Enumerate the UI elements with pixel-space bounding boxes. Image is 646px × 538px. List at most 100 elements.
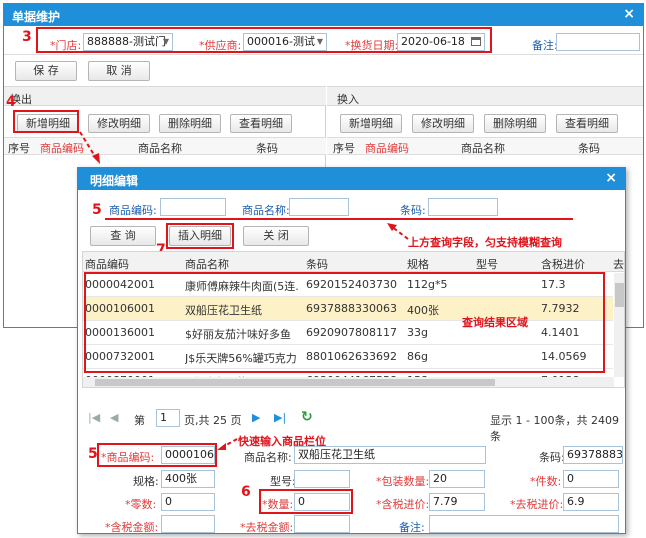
spec-label: 规格: <box>133 475 159 488</box>
in-edit-detail-button[interactable]: 修改明细 <box>412 114 474 133</box>
in-delete-detail-button[interactable]: 删除明细 <box>484 114 546 133</box>
insert-highlight <box>166 223 234 249</box>
step-4-label: 4 <box>6 94 16 110</box>
page-total: 页,共 25 页 <box>184 414 242 427</box>
notaxamt-label: *去税金额: <box>240 521 294 534</box>
first-page-icon[interactable]: |◀ <box>88 411 100 424</box>
col-name: 商品名称 <box>138 142 182 155</box>
prev-page-icon[interactable]: ◀ <box>110 411 118 424</box>
notaxamt-input[interactable] <box>294 515 350 533</box>
arrow-icon <box>79 131 100 164</box>
search-name-input[interactable] <box>289 198 349 216</box>
query-button[interactable]: 查 询 <box>90 226 156 246</box>
search-code-label: 商品编码: <box>109 204 157 217</box>
step-3-label: 3 <box>22 29 32 45</box>
taxamt-label: *含税金额: <box>105 521 159 534</box>
save-button[interactable]: 保 存 <box>15 61 77 81</box>
scroll-thumb[interactable] <box>95 379 495 386</box>
in-grid-header: 序号 商品编码 商品名称 条码 <box>327 137 643 155</box>
name-label: 商品名称: <box>244 451 292 464</box>
detail-dialog: 明细编辑 × 商品编码: 商品名称: 条码: 5 查 询 插入明细 关 闭 7 … <box>77 167 626 534</box>
col-header: 规格 <box>407 258 429 271</box>
grid-header: 商品编码 商品名称 条码 规格 型号 含税进价 去 <box>83 252 624 272</box>
taxprice-input[interactable]: 7.79 <box>429 493 485 511</box>
code-highlight <box>97 443 217 467</box>
in-header: 换入 <box>327 86 643 106</box>
col-header: 含税进价 <box>541 258 585 271</box>
step-5-label: 5 <box>92 202 102 218</box>
notaxprice-label: *去税进价: <box>510 498 564 511</box>
step-6-label: 6 <box>241 484 251 500</box>
col-header: 商品名称 <box>185 258 229 271</box>
col-header: 条码 <box>306 258 328 271</box>
arrow-icon <box>217 438 238 450</box>
col-header: 型号 <box>476 258 498 271</box>
col-barcode: 条码 <box>578 142 600 155</box>
search-name-label: 商品名称: <box>242 204 290 217</box>
main-title: 单据维护 <box>12 10 61 24</box>
remark-label: 备注: <box>532 39 558 52</box>
col-header: 商品编码 <box>85 258 129 271</box>
col-code: 商品编码 <box>365 142 409 155</box>
search-code-input[interactable] <box>160 198 226 216</box>
next-page-icon[interactable]: ▶ <box>252 411 260 424</box>
remark-input[interactable] <box>556 33 640 51</box>
delete-detail-button[interactable]: 删除明细 <box>159 114 221 133</box>
page-label: 第 <box>134 414 145 427</box>
taxprice-label: *含税进价: <box>376 498 430 511</box>
display-info: 显示 1 - 100条，共 2409 条 <box>490 414 619 443</box>
col-header: 去 <box>613 258 624 271</box>
query-note: 上方查询字段，匀支持模糊查询 <box>408 236 562 249</box>
close-icon[interactable]: × <box>623 6 635 22</box>
col-seq: 序号 <box>8 142 30 155</box>
horizontal-scrollbar[interactable] <box>83 377 614 387</box>
last-page-icon[interactable]: ▶| <box>274 411 286 424</box>
refresh-icon[interactable]: ↻ <box>301 409 313 425</box>
pack-input[interactable]: 20 <box>429 470 485 488</box>
search-underline <box>105 218 573 220</box>
spec-input[interactable]: 400张 <box>161 470 215 488</box>
barcode-input[interactable]: 6937888330063 <box>563 446 623 464</box>
header-highlight <box>36 27 492 53</box>
result-note: 查询结果区域 <box>462 316 528 329</box>
barcode-label: 条码: <box>539 451 565 464</box>
step-5b-label: 5 <box>88 446 98 462</box>
in-add-detail-button[interactable]: 新增明细 <box>340 114 402 133</box>
view-detail-button[interactable]: 查看明细 <box>230 114 292 133</box>
cancel-button[interactable]: 取 消 <box>88 61 150 81</box>
remark-input[interactable] <box>429 515 619 533</box>
dialog-titlebar: 明细编辑 × <box>78 168 625 190</box>
taxamt-input[interactable] <box>161 515 215 533</box>
pack-label: *包装数量: <box>376 475 430 488</box>
out-grid-header: 序号 商品编码 商品名称 条码 <box>4 137 326 155</box>
vertical-scrollbar[interactable] <box>614 273 624 377</box>
page-input[interactable]: 1 <box>156 409 180 427</box>
pager: |◀ ◀ 第 1 页,共 25 页 ▶ ▶| ↻ 显示 1 - 100条，共 2… <box>78 408 625 443</box>
col-barcode: 条码 <box>256 142 278 155</box>
col-name: 商品名称 <box>461 142 505 155</box>
remark-label: 备注: <box>399 521 425 534</box>
model-input[interactable] <box>294 470 350 488</box>
notaxprice-input[interactable]: 6.9 <box>563 493 619 511</box>
close-icon[interactable]: × <box>605 170 617 186</box>
loose-input[interactable]: 0 <box>161 493 215 511</box>
scroll-thumb[interactable] <box>615 283 624 307</box>
name-input[interactable]: 双船压花卫生纸 <box>294 446 486 464</box>
col-seq: 序号 <box>333 142 355 155</box>
out-header: 换出 <box>4 86 326 106</box>
divider <box>4 54 643 55</box>
main-titlebar: 单据维护 × <box>4 4 643 26</box>
pieces-input[interactable]: 0 <box>563 470 619 488</box>
in-view-detail-button[interactable]: 查看明细 <box>556 114 618 133</box>
search-barcode-input[interactable] <box>428 198 498 216</box>
pieces-label: *件数: <box>530 475 562 488</box>
arrow-icon <box>387 223 409 240</box>
dialog-title: 明细编辑 <box>90 174 139 188</box>
search-barcode-label: 条码: <box>400 204 426 217</box>
close-button[interactable]: 关 闭 <box>243 226 309 246</box>
add-highlight <box>13 110 79 133</box>
in-section-title: 换入 <box>337 93 359 106</box>
model-label: 型号: <box>270 475 296 488</box>
loose-label: *零数: <box>125 498 157 511</box>
qty-highlight <box>259 489 353 514</box>
